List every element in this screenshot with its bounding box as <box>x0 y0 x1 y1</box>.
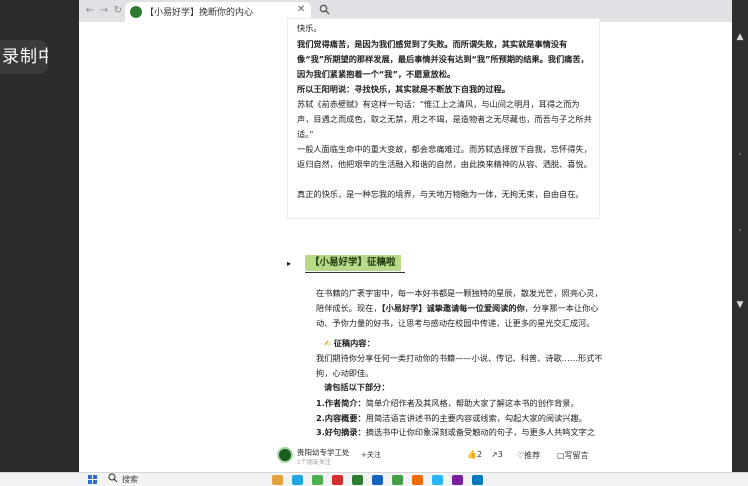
back-button[interactable]: ← <box>83 4 97 18</box>
list-item-title: 3.好句摘录： <box>316 427 366 437</box>
comment-icon: ▢ <box>557 451 565 460</box>
recommend-button[interactable]: ♡推荐 <box>517 450 540 461</box>
app-icon[interactable] <box>412 475 423 485</box>
article-action-bar: 贵阳幼专学工处 1个朋友关注 +关注 👍2 ↗3 ♡推荐 ▢写留言 <box>269 444 619 470</box>
content-label-text: 征稿内容： <box>333 338 375 348</box>
recommend-label: 推荐 <box>524 451 541 460</box>
forward-button[interactable]: → <box>97 4 111 18</box>
app-icon[interactable] <box>432 475 443 485</box>
reload-button[interactable]: ↻ <box>111 4 125 18</box>
browser-window: ← → ↻ 【小易好学】挽断你的内心 ✕ 快乐。 我们觉得痛苦，是因为我们感觉到… <box>79 0 732 472</box>
list-item-title: 2.内容概要： <box>316 413 366 423</box>
share-icon: ↗ <box>491 450 498 459</box>
wps-app-icon[interactable] <box>332 475 343 485</box>
list-item: 1.作者简介：简单介绍作者及其风格，帮助大家了解这本书的创作背景。 <box>316 396 606 411</box>
list-item-text: 用简洁语言讲述书的主要内容或线索，勾起大家的阅读兴趣。 <box>365 413 587 423</box>
list-item: 3.好句摘录：摘选书中让你印象深刻或备受触动的句子，与更多人共鸣文字之美。 <box>316 425 606 443</box>
list-item-text: 简单介绍作者及其风格，帮助大家了解这本书的创作背景。 <box>365 398 579 408</box>
content-paragraph: 我们期待你分享任何一类打动你的书籍——小说、传记、科普、诗歌……形式不拘，心动即… <box>316 353 603 378</box>
scroll-up-icon[interactable]: ▲ <box>732 32 748 42</box>
file-explorer-icon[interactable] <box>272 475 283 485</box>
right-side-panel: ▲ · · ▼ <box>732 0 748 472</box>
recorder-panel: 录制中 <box>0 0 79 472</box>
tab-close-icon[interactable]: ✕ <box>297 4 305 15</box>
share-button[interactable]: ↗3 <box>491 450 503 459</box>
writing-hand-icon: ✍ <box>324 338 331 348</box>
article-paragraph: 苏轼《前赤壁赋》有这样一句话：“惟江上之清风，与山间之明月，耳得之而为声，目遇之… <box>297 99 592 139</box>
article-bold-paragraph: 所以王阳明说：寻找快乐，其实就是不断放下自我的过程。 <box>297 84 510 94</box>
app-icon[interactable] <box>372 475 383 485</box>
content-label: ✍ 征稿内容： <box>324 336 614 351</box>
intro-paragraph: 在书籍的广袤宇宙中，每一本好书都是一颗独特的星辰，散发光芒，照亮心灵，陪伴成长。… <box>316 286 606 331</box>
recording-badge[interactable]: 录制中 <box>0 40 48 74</box>
section-divider <box>305 272 405 273</box>
app-icon[interactable] <box>472 475 483 485</box>
account-followers: 1个朋友关注 <box>297 459 331 466</box>
browser-tab[interactable]: 【小易好学】挽断你的内心 ✕ <box>125 2 311 22</box>
article-paragraph: 一般人面临生命中的重大变故，都会悲痛难过。而苏轼选择放下自我，忘怀得失，返归自然… <box>297 144 592 169</box>
taskbar-search-label[interactable]: 搜索 <box>122 474 138 485</box>
search-icon[interactable] <box>319 4 330 18</box>
windows-taskbar: 搜索 <box>0 472 748 486</box>
taskbar-search-icon[interactable] <box>108 473 118 486</box>
follow-button[interactable]: +关注 <box>361 450 381 460</box>
section-heading: 【小易好学】征稿啦 <box>305 255 401 271</box>
list-item-title: 1.作者简介： <box>316 398 366 408</box>
windows-start-button[interactable] <box>88 475 98 485</box>
edge-browser-icon[interactable] <box>292 475 303 485</box>
article-highlight-paragraph: 我们觉得痛苦，是因为我们感觉到了失败。而所谓失败，其实就是事情没有像“我”所期望… <box>297 39 589 79</box>
wechat-app-icon[interactable] <box>312 475 323 485</box>
app-icon[interactable] <box>392 475 403 485</box>
side-dot-icon: · <box>738 150 742 160</box>
comment-button[interactable]: ▢写留言 <box>557 450 589 461</box>
intro-bold-text: 【小易好学】诚挚邀请每一位爱阅读的你 <box>381 303 525 313</box>
account-avatar[interactable] <box>277 447 293 463</box>
article-paragraph: 快乐。 <box>297 23 322 33</box>
side-dot-icon: · <box>738 226 742 236</box>
screen: 录制中 ▲ · · ▼ ← → ↻ 【小易好学】挽断你的内心 ✕ 快乐。 我们觉… <box>0 0 748 486</box>
list-item: 2.内容概要：用简洁语言讲述书的主要内容或线索，勾起大家的阅读兴趣。 <box>316 411 606 426</box>
app-icon[interactable] <box>452 475 463 485</box>
article-paragraph: 真正的快乐，是一种忘我的境界，与天地万物融为一体，无拘无束，自由自在。 <box>297 189 584 199</box>
article-card: 快乐。 我们觉得痛苦，是因为我们感觉到了失败。而所谓失败，其实就是事情没有像“我… <box>287 18 600 219</box>
tab-title: 【小易好学】挽断你的内心 <box>145 8 254 18</box>
like-button[interactable]: 👍2 <box>467 450 482 459</box>
wechat-favicon-icon <box>130 6 142 18</box>
comment-label: 写留言 <box>564 451 589 460</box>
scroll-down-icon[interactable]: ▼ <box>732 300 748 310</box>
like-count: 2 <box>476 450 483 459</box>
wechat-app-icon[interactable] <box>352 475 363 485</box>
thumbs-up-icon: 👍 <box>467 450 477 459</box>
include-label: 请包括以下部分： <box>324 382 390 392</box>
section-arrow-icon: ▸ <box>287 259 292 268</box>
share-count: 3 <box>497 450 503 459</box>
